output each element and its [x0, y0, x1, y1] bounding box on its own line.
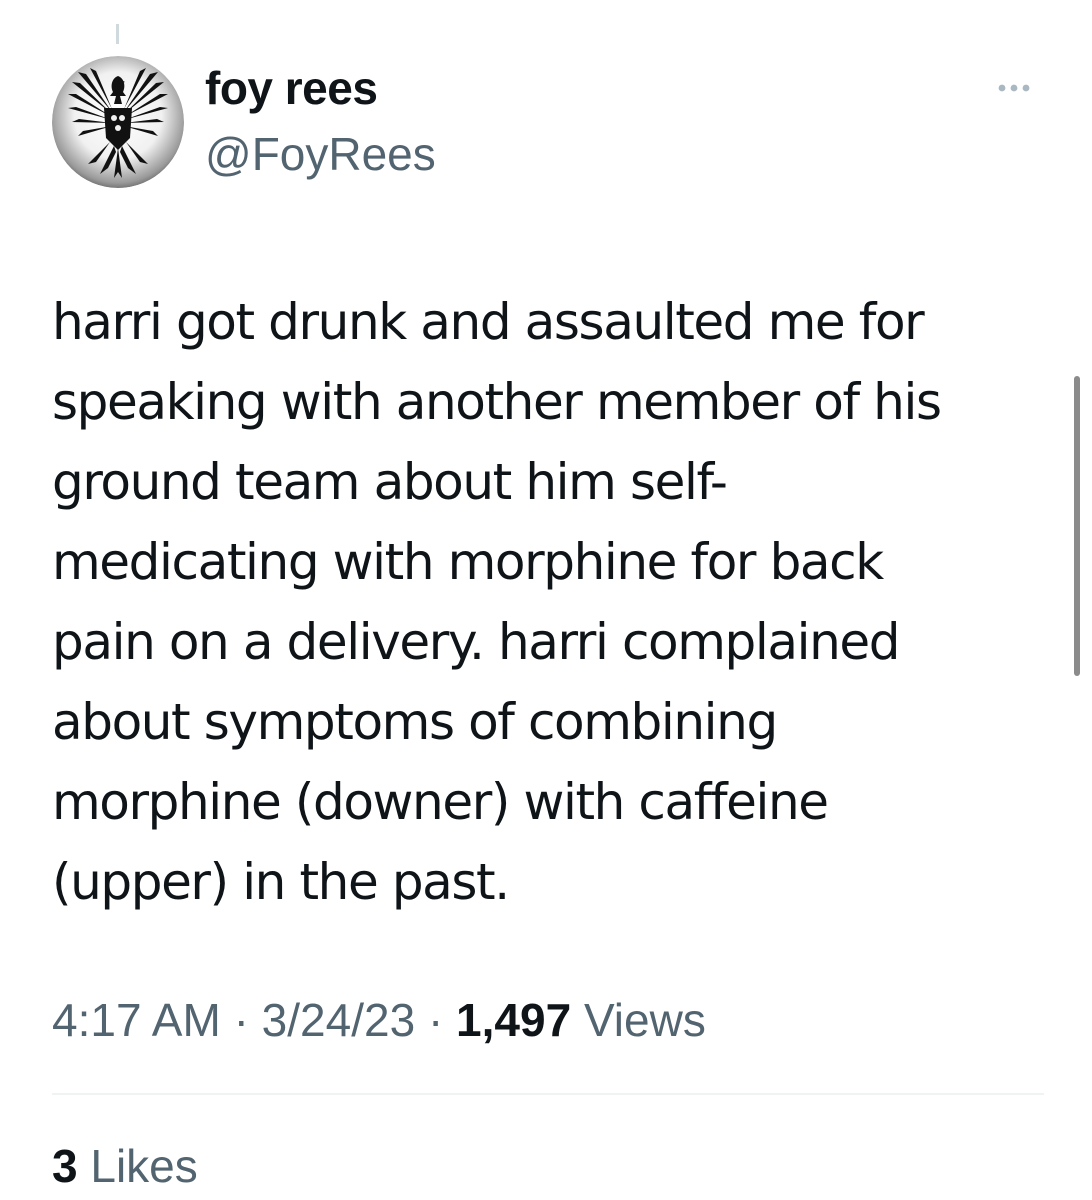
- more-options-button[interactable]: [984, 70, 1044, 106]
- scrollbar[interactable]: [1074, 376, 1080, 676]
- views-count: 1,497: [456, 994, 572, 1046]
- tweet-time[interactable]: 4:17 AM: [52, 994, 221, 1046]
- views-label: Views: [583, 994, 706, 1046]
- more-horizontal-icon: [998, 84, 1030, 92]
- likes-count: 3: [52, 1140, 78, 1192]
- likes-label: Likes: [90, 1140, 198, 1192]
- meta-separator: ·: [427, 994, 444, 1046]
- author-handle[interactable]: @FoyRees: [205, 128, 436, 180]
- thread-connector-line: [116, 24, 119, 44]
- avatar[interactable]: [52, 56, 184, 188]
- author-name[interactable]: foy rees: [205, 62, 378, 114]
- tweet-text: harri got drunk and assaulted me for spe…: [52, 293, 942, 911]
- meta-separator: ·: [233, 994, 249, 1046]
- phoenix-crest-icon: [52, 56, 184, 188]
- likes-link[interactable]: 3 Likes: [52, 1140, 198, 1192]
- tweet-meta: 4:17 AM · 3/24/23 · 1,497 Views: [52, 994, 706, 1046]
- tweet-date[interactable]: 3/24/23: [262, 994, 415, 1046]
- divider: [52, 1093, 1044, 1095]
